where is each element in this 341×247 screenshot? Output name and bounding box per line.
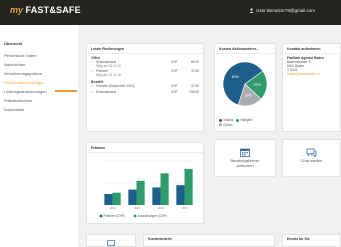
legend-dot [236,118,240,122]
invoice-text: Schulzahnarzt [96,89,171,95]
legend-label: Halbpflic [240,118,253,122]
sidebar: Übersicht Persönliche Daten Nachrichten Ver… [0,25,78,247]
cost-pie-chart: 60% 22% 18% [222,61,268,107]
card-title: Prämien [87,143,203,153]
sidebar-item[interactable]: Prämienrechner [0,96,78,105]
card-title: Kundenkriterie [148,237,172,241]
invoice-due: fällig am 16.11.16 [96,63,121,68]
bar-payout[interactable] [136,180,145,205]
pie-legend-item: Halbpflic [236,118,253,122]
calendar-icon [240,148,250,157]
email-link[interactable]: baden@fastandsafe.ch [287,72,336,76]
sidebar-item[interactable]: Dokumente [0,105,78,114]
user-menu[interactable]: User Benutzer79@gmail.com [249,8,315,13]
sidebar-item[interactable]: Prämienabrechnungen [0,78,78,87]
chat-icon [306,148,317,157]
legend-dot [99,214,103,218]
bar-payout[interactable] [112,192,121,205]
logo-prefix: my [10,5,24,15]
card-title: Events für Sie [287,237,310,241]
invoice-amount: 37.80 [191,69,199,74]
legend-label: Vollaus [223,118,234,122]
sidebar-item[interactable]: Versicherungspolicen [0,69,78,78]
bottom-card-3: Events für Sie [282,234,341,247]
premium-chart-card: Prämien 2014 2015 2016 2017 Prämien (CHF) Aus… [86,142,204,224]
invoice-amount: 37.80 [191,84,199,89]
legend-dot [133,214,137,218]
bar-premium[interactable] [104,194,113,205]
invoice-due: fällig am 31.11.16 [96,72,121,77]
pie-slice-label: 60% [232,75,239,79]
x-tick-label: 2017 [182,206,189,210]
bottom-card-2: Kundenkriterie [143,234,275,247]
invoice-text: Prämien (September 2016) [96,85,171,89]
logo-brand: FAST&SAFE [25,5,81,15]
bar-premium[interactable] [176,185,185,205]
top-bar: my FAST&SAFE User Benutzer79@gmail.com [0,0,341,25]
x-tick-label: 2015 [134,206,141,210]
recent-invoices-card: Letzte Rechnungen Offen ○ Schulzahnarzt fä… [86,43,204,132]
invoice-currency: CHF [171,60,178,64]
contact-card: Kontakt aufnehmen FastSafe Agentur Baden… [282,43,341,132]
legend-label: Auszahlungen (CHF) [138,214,168,218]
sidebar-item[interactable]: Nachrichten [0,60,78,69]
active-nav-pointer [55,90,77,92]
appointment-card[interactable]: Beratungstermin anfordern [214,139,276,177]
card-title: Kontakt aufnehmen [283,44,340,54]
invoice-amount: 80.00 [191,60,199,64]
legend-dot [219,123,222,127]
legend-label: Option [223,122,233,127]
sidebar-item[interactable]: Übersicht [0,39,78,48]
invoice-row[interactable]: ○ Schulzahnarzt fällig am 16.11.16 CHF 80.00 [87,60,203,69]
invoice-currency: CHF [171,89,178,94]
pie-slice-label: 18% [245,94,252,98]
invoice-amount: 238.40 [189,89,199,94]
legend-dot [219,118,222,122]
pie-legend: Vollaus Halbpflic Option [219,118,256,127]
pie-slice-label: 22% [254,83,261,87]
premium-bar-chart: 2014 2015 2016 2017 Prämien (CHF) Auszahlunge… [99,160,197,218]
card-title: Kosten Aktivsonderer... [215,44,275,54]
invoice-currency: CHF [171,84,178,89]
cost-distribution-card: Kosten Aktivsonderer... 60% 22% 18% Vollau… [214,43,276,132]
x-tick-label: 2016 [158,206,165,210]
bottom-card-1 [86,234,136,247]
chat-card[interactable]: Chat starten [282,139,341,177]
invoice-currency: CHF [171,69,178,74]
x-tick-label: 2014 [110,206,117,210]
invoice-text: Prämien fällig am 31.11.16 [96,70,171,77]
bar-premium[interactable] [152,187,161,205]
pie-legend-item: Option [219,123,232,127]
bar-premium[interactable] [128,189,137,205]
bar-payout[interactable] [160,173,169,205]
legend-label: Prämien (CHF) [104,214,125,218]
pie-legend-item: Vollaus [219,118,233,122]
chat-label: Chat starten [300,158,323,163]
sidebar-item[interactable]: Persönliche Daten [0,51,78,60]
invoice-row[interactable]: ○ Prämien fällig am 31.11.16 CHF 37.80 [87,69,203,78]
logo[interactable]: my FAST&SAFE [10,5,81,15]
document-icon [107,240,115,246]
invoice-row[interactable]: ✓ Schulzahnarzt CHF 238.40 [87,90,203,96]
invoice-name: Schulzahnarzt [96,89,117,94]
card-title: Letzte Rechnungen [87,44,203,54]
invoice-text: Schulzahnarzt fällig am 16.11.16 [96,60,171,68]
user-email: User Benutzer79@gmail.com [256,8,315,13]
invoice-name: Prämien (September 2016) [96,84,135,89]
user-icon [249,8,254,13]
bar-payout[interactable] [184,168,193,205]
appointment-label-2: anfordern [236,162,254,168]
